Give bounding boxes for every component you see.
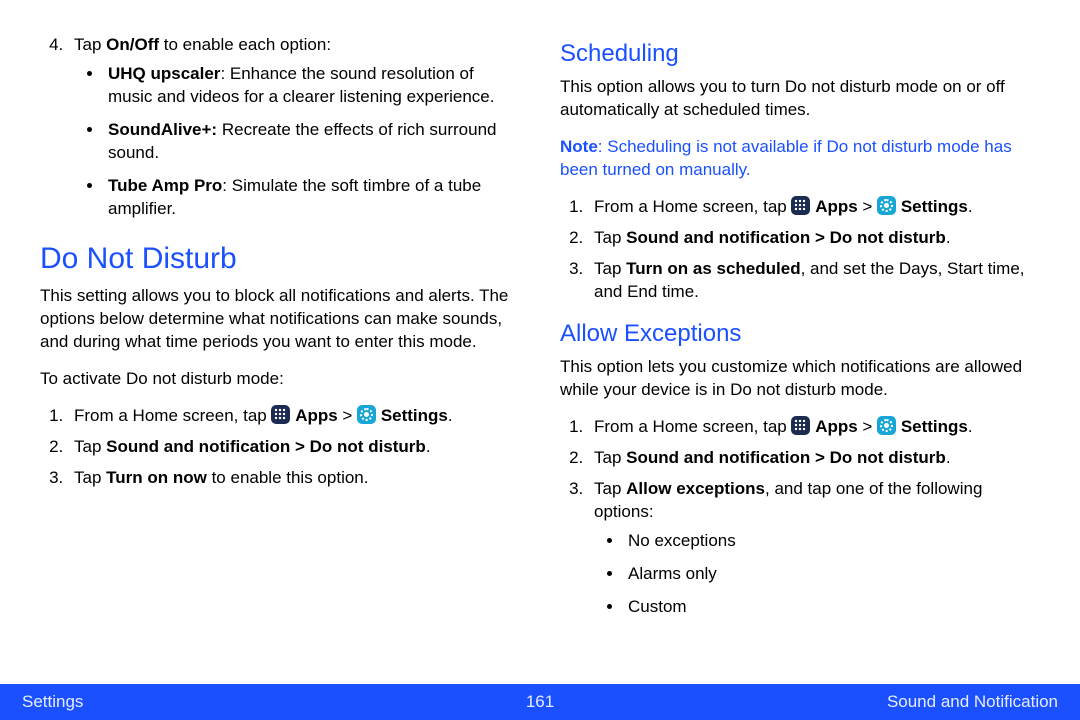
scheduling-intro: This option allows you to turn Do not di…	[560, 76, 1040, 122]
do-not-disturb-heading: Do Not Disturb	[40, 239, 520, 280]
step-4-text: Tap On/Off to enable each option:	[74, 35, 331, 54]
opt-tubeamp: Tube Amp Pro: Simulate the soft timbre o…	[104, 175, 520, 221]
allow-exceptions-heading: Allow Exceptions	[560, 318, 1040, 350]
scheduling-step-1: From a Home screen, tap Apps > Settings.	[588, 196, 1040, 219]
opt-soundalive: SoundAlive+: Recreate the effects of ric…	[104, 119, 520, 165]
exceptions-bullets: No exceptions Alarms only Custom	[594, 530, 1040, 619]
settings-icon	[357, 405, 376, 424]
activate-label: To activate Do not disturb mode:	[40, 368, 520, 391]
scheduling-heading: Scheduling	[560, 38, 1040, 70]
apps-icon	[791, 416, 810, 435]
settings-icon	[877, 196, 896, 215]
allow-step-2: Tap Sound and notification > Do not dist…	[588, 447, 1040, 470]
page-footer: Settings 161 Sound and Notification	[0, 684, 1080, 720]
activate-steps: From a Home screen, tap Apps > Settings.…	[40, 405, 520, 490]
footer-section: Settings	[22, 692, 242, 712]
scheduling-step-2: Tap Sound and notification > Do not dist…	[588, 227, 1040, 250]
allow-exceptions-steps: From a Home screen, tap Apps > Settings.…	[560, 416, 1040, 619]
right-column: Scheduling This option allows you to tur…	[540, 30, 1050, 684]
scheduling-step-3: Tap Turn on as scheduled, and set the Da…	[588, 258, 1040, 304]
apps-icon	[791, 196, 810, 215]
sound-options-bullets: UHQ upscaler: Enhance the sound resoluti…	[74, 63, 520, 221]
activate-step-1: From a Home screen, tap Apps > Settings.	[68, 405, 520, 428]
left-column: Tap On/Off to enable each option: UHQ up…	[30, 30, 540, 684]
opt-uhq: UHQ upscaler: Enhance the sound resoluti…	[104, 63, 520, 109]
allow-step-3: Tap Allow exceptions, and tap one of the…	[588, 478, 1040, 619]
activate-step-2: Tap Sound and notification > Do not dist…	[68, 436, 520, 459]
do-not-disturb-intro: This setting allows you to block all not…	[40, 285, 520, 354]
activate-step-3: Tap Turn on now to enable this option.	[68, 467, 520, 490]
sound-options-continued: Tap On/Off to enable each option: UHQ up…	[40, 34, 520, 221]
allow-exceptions-intro: This option lets you customize which not…	[560, 356, 1040, 402]
settings-icon	[877, 416, 896, 435]
scheduling-steps: From a Home screen, tap Apps > Settings.…	[560, 196, 1040, 304]
exception-alarms: Alarms only	[624, 563, 1040, 586]
apps-icon	[271, 405, 290, 424]
scheduling-note: Note: Scheduling is not available if Do …	[560, 136, 1040, 182]
exception-custom: Custom	[624, 596, 1040, 619]
footer-subsection: Sound and Notification	[838, 692, 1058, 712]
step-4: Tap On/Off to enable each option: UHQ up…	[68, 34, 520, 221]
exception-none: No exceptions	[624, 530, 1040, 553]
allow-step-1: From a Home screen, tap Apps > Settings.	[588, 416, 1040, 439]
footer-page-number: 161	[242, 692, 838, 712]
